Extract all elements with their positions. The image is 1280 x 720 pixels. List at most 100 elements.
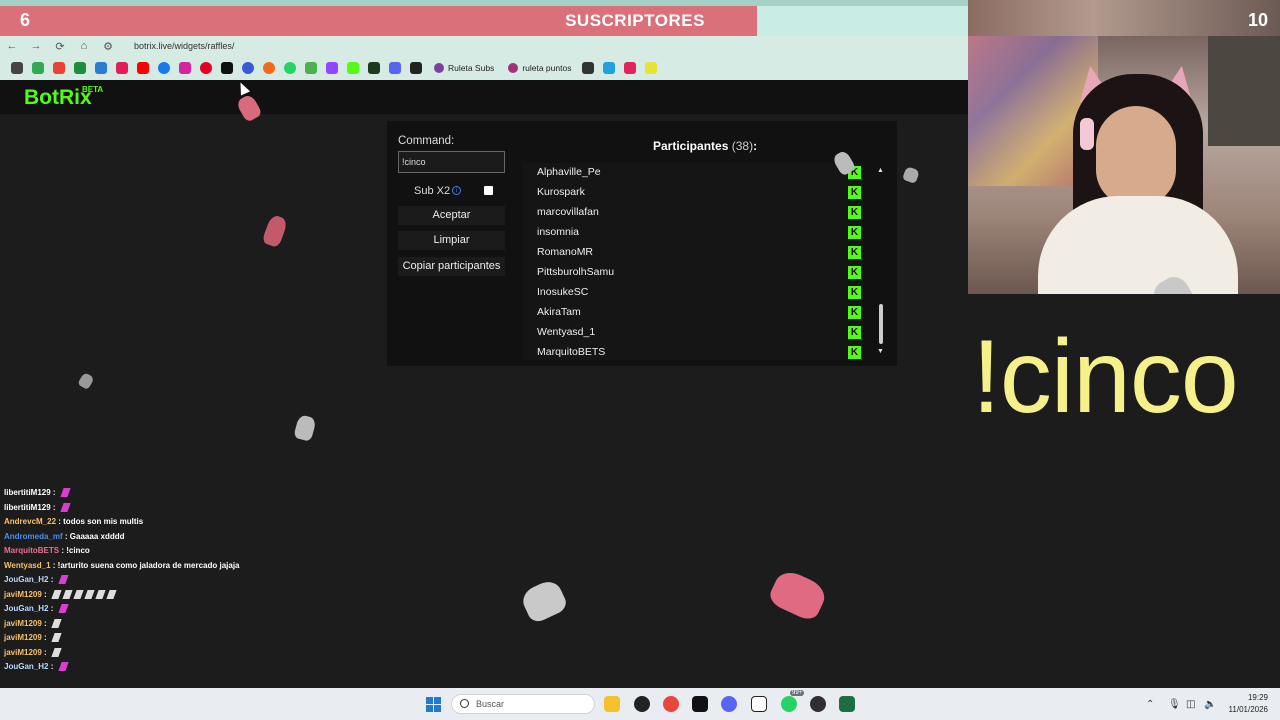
youtube-icon[interactable] — [136, 62, 149, 74]
chat-emote-icon — [51, 633, 62, 643]
drive-icon[interactable] — [31, 62, 44, 74]
forward-icon[interactable]: → — [24, 40, 48, 52]
chat-emote-icon — [62, 589, 73, 599]
info-icon[interactable]: i — [452, 186, 461, 195]
accept-button[interactable]: Aceptar — [398, 206, 505, 225]
bookmark-icon-red[interactable] — [623, 62, 636, 74]
scroll-up-icon[interactable]: ▲ — [877, 167, 884, 174]
participant-name: insomnia — [537, 226, 580, 238]
pinterest-icon[interactable] — [199, 62, 212, 74]
scroll-down-icon[interactable]: ▼ — [877, 348, 884, 355]
chat-separator: : — [48, 662, 56, 671]
search-placeholder: Buscar — [476, 699, 505, 709]
beta-badge: BETA — [82, 85, 104, 94]
participant-name: MarquitoBETS — [537, 346, 606, 358]
windows-start-icon[interactable] — [426, 697, 441, 712]
chat-emote-icon — [84, 589, 95, 599]
chat-message: javiM1209 : — [4, 633, 62, 647]
participant-row: PittsburolhSamu K — [523, 263, 863, 283]
participants-list[interactable]: Alphaville_Pe K Kurospark Kmarcovillafan Kin… — [523, 163, 863, 360]
discord-icon[interactable] — [721, 696, 737, 712]
clock-date[interactable]: 11/01/2026 — [1218, 705, 1268, 714]
chat-message: Wentyasd_1 : !arturito suena como jalado… — [4, 561, 240, 575]
webcam-feed — [968, 36, 1280, 294]
scroll-thumb[interactable] — [879, 304, 883, 344]
chevron-up-icon[interactable]: ⌃ — [1146, 699, 1154, 710]
slack-icon[interactable] — [115, 62, 128, 74]
whatsapp-icon[interactable]: 99+ — [781, 690, 805, 712]
kick-platform-icon: K — [848, 286, 861, 299]
whatsapp-icon[interactable] — [283, 62, 296, 74]
command-input[interactable] — [398, 151, 505, 173]
streamer-face — [1096, 106, 1176, 206]
kick-platform-icon: K — [848, 326, 861, 339]
download-icon[interactable] — [388, 62, 401, 74]
chat-message: javiM1209 : — [4, 589, 117, 604]
classroom-icon[interactable] — [73, 62, 86, 74]
kick-icon[interactable] — [346, 62, 359, 74]
twitch-icon[interactable] — [325, 62, 338, 74]
kick-dark-icon[interactable] — [367, 62, 380, 74]
bookmark-icon-gear[interactable] — [581, 62, 594, 74]
participant-name: RomanoMR — [537, 246, 594, 258]
heart-icon[interactable] — [409, 62, 422, 74]
play-icon[interactable] — [602, 62, 615, 74]
obs-icon[interactable] — [810, 696, 826, 712]
browser-address-bar: ← → ⟳ ⌂ ⚙ botrix.live/widgets/raffles/ — [0, 36, 968, 56]
participant-row: Kurospark K — [523, 183, 863, 203]
microphone-icon[interactable]: 🎙 — [1168, 699, 1181, 710]
chrome-icon[interactable] — [663, 696, 679, 712]
participant-row: insomnia K — [523, 223, 863, 243]
chat-username: libertitiM129 — [4, 502, 51, 512]
participant-row: InosukeSC K — [523, 283, 863, 303]
gmail-icon[interactable] — [52, 62, 65, 74]
back-icon[interactable]: ← — [0, 40, 24, 52]
volume-icon[interactable]: 🔈 — [1204, 699, 1216, 710]
chat-username: javiM1209 — [4, 633, 42, 642]
roulette-icon — [508, 63, 519, 73]
home-icon[interactable]: ⌂ — [72, 40, 96, 52]
capcut-icon[interactable] — [692, 696, 708, 712]
sub-x2-checkbox[interactable] — [484, 186, 493, 195]
chat-emote-icon — [60, 502, 71, 512]
clear-button[interactable]: Limpiar — [398, 231, 505, 250]
network-icon[interactable]: ◫ — [1186, 699, 1195, 710]
participant-name: InosukeSC — [537, 286, 589, 298]
bookmark-icon-yellow[interactable] — [644, 62, 657, 74]
bookmark-icon-12[interactable] — [262, 62, 275, 74]
url-field[interactable]: botrix.live/widgets/raffles/ — [134, 41, 234, 51]
facebook-icon[interactable] — [157, 62, 170, 74]
reload-icon[interactable]: ⟳ — [48, 40, 72, 53]
whatsapp-badge: 99+ — [790, 690, 805, 696]
participants-scrollbar[interactable]: ▲ ▼ — [876, 163, 886, 360]
notion-icon[interactable] — [751, 696, 767, 712]
chat-username: JouGan_H2 — [4, 662, 49, 671]
participant-row: RomanoMR K — [523, 243, 863, 263]
bookmark-icon-4[interactable] — [94, 62, 107, 74]
chat-emote-icon — [106, 589, 117, 599]
participant-row: Alphaville_Pe K — [523, 163, 863, 183]
apps-grid-icon[interactable] — [10, 62, 23, 74]
participant-name: Kurospark — [537, 186, 585, 198]
chat-emote-icon — [60, 488, 71, 498]
chat-separator: : — [50, 502, 58, 512]
chatgpt-icon[interactable] — [634, 696, 650, 712]
instagram-icon[interactable] — [178, 62, 191, 74]
tiktok-icon[interactable] — [220, 62, 233, 74]
kick-platform-icon: K — [848, 186, 861, 199]
chat-text: !arturito suena como jaladora de mercado… — [57, 560, 240, 570]
excel-icon[interactable] — [839, 696, 855, 712]
chat-separator: : — [48, 604, 56, 613]
bookmark-ruleta-subs[interactable]: Ruleta Subs — [434, 63, 494, 73]
maps-icon[interactable] — [304, 62, 317, 74]
file-explorer-icon[interactable] — [604, 696, 620, 712]
taskbar-search[interactable]: Buscar — [451, 694, 595, 714]
chat-message: JouGan_H2 : — [4, 575, 69, 589]
bookmark-icon-11[interactable] — [241, 62, 254, 74]
copy-participants-button[interactable]: Copiar participantes — [398, 257, 505, 276]
participants-count: (38) — [731, 139, 754, 153]
clock-time[interactable]: 19:29 — [1218, 693, 1268, 702]
site-info-icon[interactable]: ⚙ — [96, 40, 120, 53]
participant-row: MarquitoBETS K — [523, 343, 863, 360]
bookmark-ruleta-puntos[interactable]: ruleta puntos — [508, 63, 571, 73]
